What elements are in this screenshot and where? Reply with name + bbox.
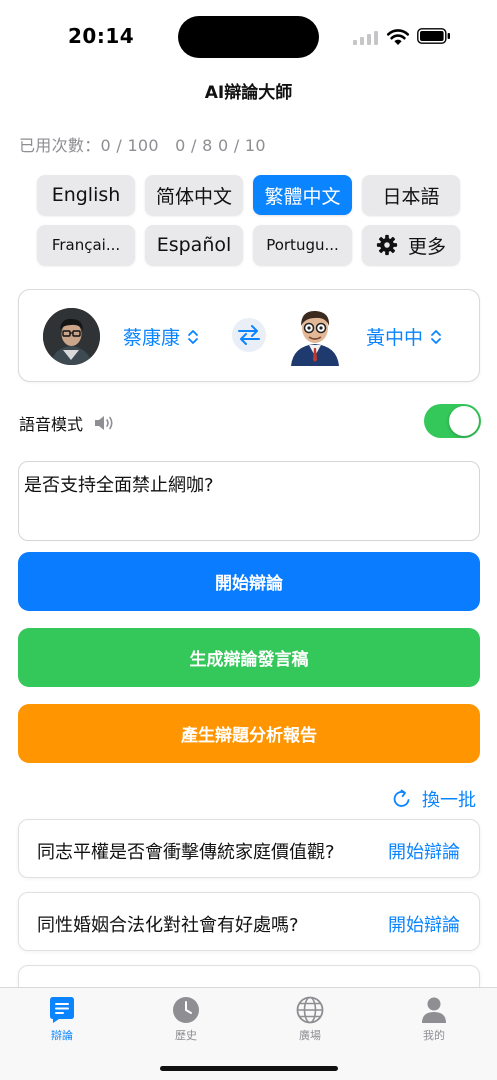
suggested-topic-item: 同志平權是否會衝擊傳統家庭價值觀? 開始辯論 (18, 819, 480, 878)
person-icon (422, 997, 446, 1023)
toggle-knob (449, 406, 479, 436)
start-debate-button[interactable]: 開始辯論 (18, 552, 480, 611)
suggested-topic-item: 同性婚姻合法化對社會有好處嗎? 開始辯論 (18, 892, 480, 951)
clock-icon (173, 997, 199, 1023)
voice-mode-label: 語音模式 (19, 411, 117, 435)
chat-icon (50, 997, 74, 1023)
lang-button-english[interactable]: English (37, 175, 135, 215)
tab-debate[interactable]: 辯論 (22, 995, 102, 1047)
page-title: AI辯論大師 (204, 83, 293, 103)
app-screen: 20:14 AI辯論大師 已用次數：0 / 100 0 / 8 0 / 10 E… (0, 0, 497, 1080)
lang-button-simplified-chinese[interactable]: 简体中文 (145, 175, 243, 215)
suggested-topic-text: 同性婚姻合法化對社會有好處嗎? (37, 915, 299, 936)
lang-button-more[interactable]: 更多 (362, 225, 460, 265)
usage-counter: 已用次數：0 / 100 0 / 8 0 / 10 (19, 136, 266, 155)
suggested-topic-start-button[interactable]: 開始辯論 (388, 838, 460, 864)
home-indicator (160, 1066, 338, 1071)
analysis-report-button[interactable]: 產生辯題分析報告 (18, 704, 480, 763)
lang-button-japanese[interactable]: 日本語 (362, 175, 460, 215)
chevron-up-down-icon (188, 329, 198, 344)
status-bar: 20:14 (0, 0, 497, 72)
debater-left-selector[interactable]: 蔡康康 (123, 323, 199, 350)
wifi-icon (386, 29, 410, 45)
refresh-icon (393, 789, 410, 807)
topic-input[interactable]: 是否支持全面禁止網咖? (18, 461, 480, 541)
lang-button-french[interactable]: Françai... (37, 225, 135, 265)
voice-mode-toggle[interactable] (424, 404, 481, 438)
lang-button-portuguese[interactable]: Portugu... (253, 225, 352, 265)
tab-profile[interactable]: 我的 (394, 995, 474, 1047)
battery-icon (417, 28, 450, 44)
suggested-topic-text: 同志平權是否會衝擊傳統家庭價值觀? (37, 842, 335, 863)
cellular-signal-icon (353, 31, 379, 45)
gear-icon (376, 234, 398, 256)
globe-icon (296, 996, 324, 1024)
chevron-up-down-icon (431, 329, 441, 344)
lang-button-spanish[interactable]: Español (145, 225, 243, 265)
dynamic-island (178, 16, 319, 58)
status-time: 20:14 (68, 24, 135, 48)
swap-arrows-icon (238, 325, 260, 345)
debater-left-avatar[interactable] (43, 308, 100, 365)
refresh-suggestions-button[interactable]: 換一批 (392, 786, 476, 812)
swap-debaters-button[interactable] (232, 318, 266, 352)
speaker-icon (95, 416, 113, 430)
debater-right-selector[interactable]: 黃中中 (366, 323, 442, 350)
suggested-topic-start-button[interactable]: 開始辯論 (388, 911, 460, 937)
lang-button-traditional-chinese[interactable]: 繁體中文 (253, 175, 352, 215)
debater-selector-card: 蔡康康 黃中中 (18, 289, 480, 382)
tab-history[interactable]: 歷史 (146, 995, 226, 1047)
debater-right-avatar[interactable] (287, 304, 343, 366)
tab-plaza[interactable]: 廣場 (270, 995, 350, 1047)
generate-speech-button[interactable]: 生成辯論發言稿 (18, 628, 480, 687)
